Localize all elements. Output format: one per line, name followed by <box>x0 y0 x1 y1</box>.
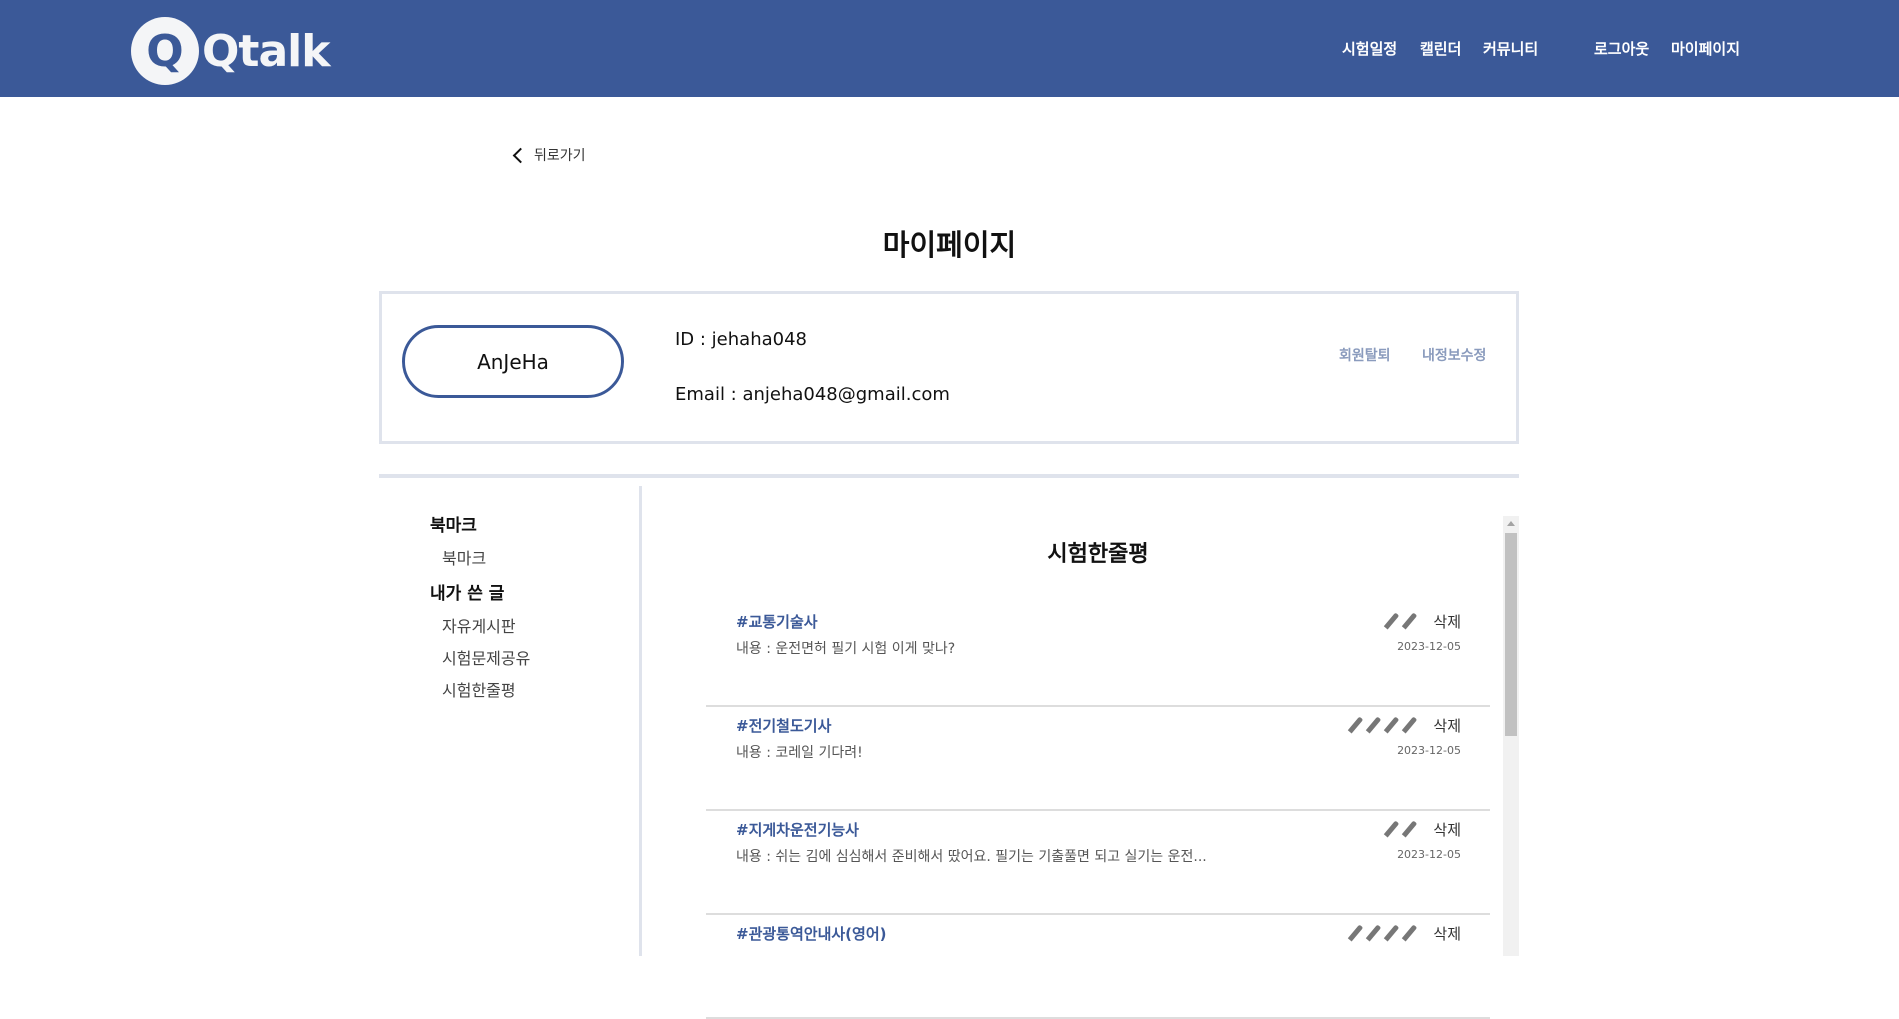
review-tag[interactable]: #지게차운전기능사 <box>736 819 859 840</box>
delete-button[interactable]: 삭제 <box>1433 819 1461 840</box>
profile-name-badge: AnJeHa <box>402 325 624 398</box>
review-date: 2023-12-05 <box>1397 848 1461 861</box>
review-item[interactable]: #전기철도기사내용 : 코레일 기다려! 삭제 2023-12-05 <box>706 707 1490 811</box>
pencil-icon <box>1383 716 1399 734</box>
sidebar-item-free-board[interactable]: 자유게시판 <box>442 613 516 637</box>
section-title: 시험한줄평 <box>1047 542 1149 567</box>
back-label: 뒤로가기 <box>534 148 586 164</box>
review-item[interactable]: #교통기술사내용 : 운전면허 필기 시험 이게 맞나? 삭제 2023-12-05 <box>706 603 1490 707</box>
top-nav-bar: Q Qtalk 시험일정 캘린더 커뮤니티 로그아웃 마이페이지 <box>0 0 1899 97</box>
chevron-left-icon <box>512 147 529 163</box>
pencil-icon <box>1401 612 1417 630</box>
withdraw-button[interactable]: 회원탈퇴 <box>1339 345 1391 365</box>
review-date: 2023-12-05 <box>1397 640 1461 653</box>
rating-pencils <box>1383 820 1417 838</box>
pencil-icon <box>1401 924 1417 942</box>
page-title: 마이페이지 <box>882 228 1017 262</box>
divider <box>379 474 1519 478</box>
sidebar-divider <box>639 486 642 956</box>
sidebar-item-exam-questions[interactable]: 시험문제공유 <box>442 645 530 669</box>
nav-logout[interactable]: 로그아웃 <box>1594 38 1649 59</box>
user-email: Email : anjeha048@gmail.com <box>675 384 950 405</box>
scrollbar-thumb[interactable] <box>1505 533 1517 736</box>
review-item[interactable]: #지게차운전기능사내용 : 쉬는 김에 심심해서 준비해서 땄어요. 필기는 기… <box>706 811 1490 915</box>
pencil-icon <box>1401 820 1417 838</box>
delete-button[interactable]: 삭제 <box>1433 715 1461 736</box>
back-button[interactable]: 뒤로가기 <box>512 145 586 165</box>
delete-button[interactable]: 삭제 <box>1433 611 1461 632</box>
delete-button[interactable]: 삭제 <box>1433 923 1461 944</box>
review-tag[interactable]: #교통기술사 <box>736 611 818 632</box>
review-tag[interactable]: #전기철도기사 <box>736 715 831 736</box>
nav-community[interactable]: 커뮤니티 <box>1483 38 1538 59</box>
pencil-icon <box>1347 924 1363 942</box>
edit-profile-button[interactable]: 내정보수정 <box>1422 345 1486 365</box>
sidebar-heading-my-posts: 내가 쓴 글 <box>430 584 505 604</box>
scrollbar[interactable] <box>1503 516 1519 956</box>
sidebar-item-exam-reviews[interactable]: 시험한줄평 <box>442 677 516 701</box>
review-item[interactable]: #관광통역안내사(영어) 삭제 <box>706 915 1490 1019</box>
rating-pencils <box>1347 716 1417 734</box>
review-text: 내용 : 운전면허 필기 시험 이게 맞나? <box>736 641 956 657</box>
pencil-icon <box>1401 716 1417 734</box>
user-id: ID : jehaha048 <box>675 329 807 350</box>
sidebar-heading-bookmark: 북마크 <box>430 516 477 536</box>
nav-mypage[interactable]: 마이페이지 <box>1671 38 1740 59</box>
pencil-icon <box>1365 924 1381 942</box>
review-text: 내용 : 쉬는 김에 심심해서 준비해서 땄어요. 필기는 기출풀면 되고 실기… <box>736 849 1207 865</box>
review-tag[interactable]: #관광통역안내사(영어) <box>736 923 886 944</box>
nav-exam-schedule[interactable]: 시험일정 <box>1342 38 1397 59</box>
logo-mark: Q <box>131 17 199 85</box>
review-text: 내용 : 코레일 기다려! <box>736 745 863 761</box>
rating-pencils <box>1347 924 1417 942</box>
logo-text: Qtalk <box>202 25 330 77</box>
scroll-up-arrow-icon[interactable] <box>1507 521 1515 526</box>
pencil-icon <box>1383 820 1399 838</box>
pencil-icon <box>1383 612 1399 630</box>
qtalk-logo[interactable]: Q Qtalk <box>131 17 330 85</box>
sidebar-item-bookmark[interactable]: 북마크 <box>442 545 486 569</box>
pencil-icon <box>1347 716 1363 734</box>
rating-pencils <box>1383 612 1417 630</box>
review-date: 2023-12-05 <box>1397 744 1461 757</box>
pencil-icon <box>1365 716 1381 734</box>
nav-calendar[interactable]: 캘린더 <box>1420 38 1461 59</box>
pencil-icon <box>1383 924 1399 942</box>
